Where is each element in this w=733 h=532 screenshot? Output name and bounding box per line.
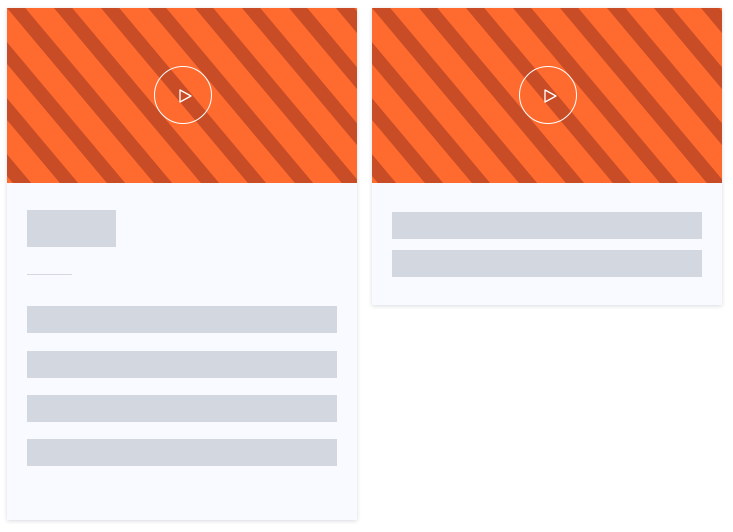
text-line-placeholder (27, 395, 337, 422)
play-icon (544, 89, 557, 103)
text-line-placeholder (27, 439, 337, 466)
play-button-2[interactable] (519, 66, 577, 124)
text-line-placeholder (27, 306, 337, 333)
title-placeholder (27, 210, 116, 247)
text-line-placeholder (392, 250, 702, 277)
play-icon (179, 89, 192, 103)
video-card-1 (7, 8, 357, 520)
video-thumbnail-2[interactable] (372, 8, 722, 183)
text-line-placeholder (27, 351, 337, 378)
divider (27, 274, 72, 275)
text-line-placeholder (392, 212, 702, 239)
play-button-1[interactable] (154, 66, 212, 124)
video-card-2 (372, 8, 722, 305)
video-thumbnail-1[interactable] (7, 8, 357, 183)
